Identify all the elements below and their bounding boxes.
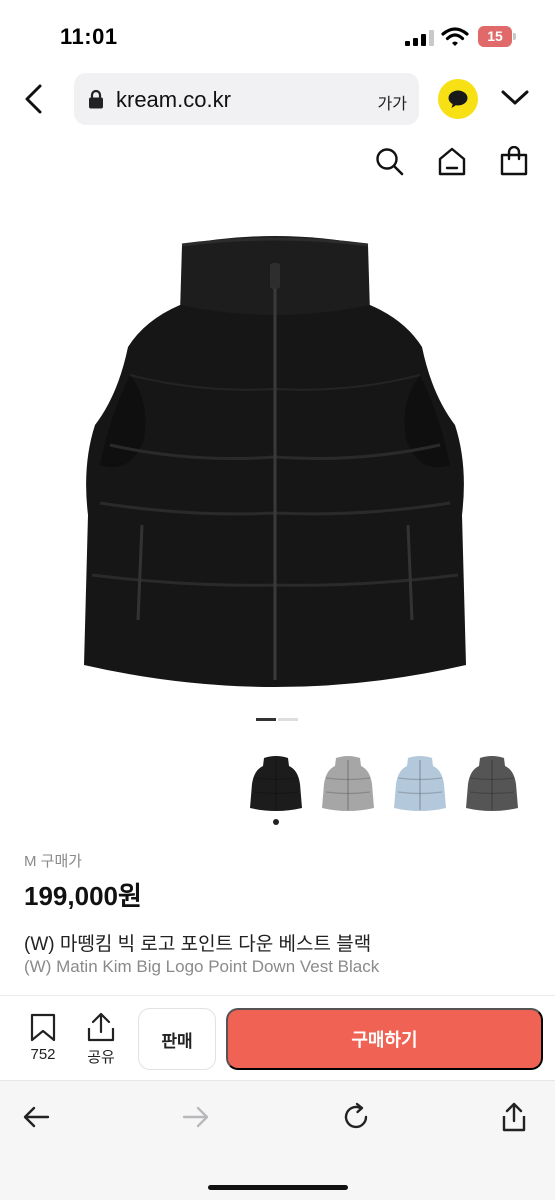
product-image[interactable]	[70, 225, 480, 695]
size-price-label: M 구매가	[24, 853, 83, 870]
status-time: 11:01	[60, 24, 118, 49]
home-icon[interactable]	[437, 146, 467, 176]
variant-thumbnail[interactable]	[246, 750, 306, 816]
bookmark-icon	[30, 1013, 56, 1042]
status-bar: 11:01 15	[0, 0, 555, 70]
battery-level: 15	[487, 28, 503, 44]
wishlist-count: 752	[30, 1046, 56, 1063]
home-indicator	[208, 1185, 348, 1190]
buy-button[interactable]: 구매하기	[226, 1008, 543, 1070]
site-header	[0, 140, 555, 186]
wishlist-button[interactable]: 752	[22, 1012, 64, 1072]
forward-arrow-icon[interactable]	[180, 1101, 212, 1133]
variant-thumbnail[interactable]	[318, 750, 378, 816]
search-icon[interactable]	[374, 146, 404, 176]
pager-active	[256, 718, 276, 721]
battery-indicator: 15	[478, 26, 518, 47]
back-arrow-icon[interactable]	[20, 1101, 52, 1133]
product-name-korean: (W) 마뗑킴 빅 로고 포인트 다운 베스트 블랙	[24, 934, 372, 955]
wifi-icon	[441, 27, 469, 46]
share-button[interactable]: 공유	[80, 1012, 122, 1072]
variant-thumbnails	[246, 750, 546, 830]
signal-icon	[405, 30, 434, 46]
back-chevron-icon[interactable]	[18, 80, 50, 118]
lock-icon	[89, 89, 103, 109]
kakao-chat-button[interactable]	[438, 79, 478, 119]
reload-icon[interactable]	[340, 1101, 372, 1133]
browser-toolbar	[0, 1080, 555, 1200]
kakao-chat-icon	[448, 90, 468, 108]
address-bar[interactable]: kream.co.kr 가가	[74, 73, 419, 125]
image-pager	[256, 718, 298, 721]
url-text: kream.co.kr	[116, 87, 231, 112]
chevron-down-icon[interactable]	[498, 83, 532, 113]
divider	[0, 995, 555, 996]
price: 199,000원	[24, 881, 142, 911]
selected-variant-dot	[273, 819, 279, 825]
variant-thumbnail[interactable]	[390, 750, 450, 816]
browser-bar: kream.co.kr 가가	[0, 70, 555, 130]
shopping-bag-icon[interactable]	[499, 146, 529, 176]
share-label: 공유	[87, 1049, 115, 1066]
pager-inactive	[278, 718, 298, 721]
variant-thumbnail[interactable]	[462, 750, 522, 816]
share-icon[interactable]	[498, 1101, 530, 1133]
text-size-button[interactable]: 가가	[378, 90, 407, 114]
product-name-english: (W) Matin Kim Big Logo Point Down Vest B…	[24, 957, 380, 976]
sell-button[interactable]: 판매	[138, 1008, 216, 1070]
share-icon	[87, 1012, 115, 1042]
